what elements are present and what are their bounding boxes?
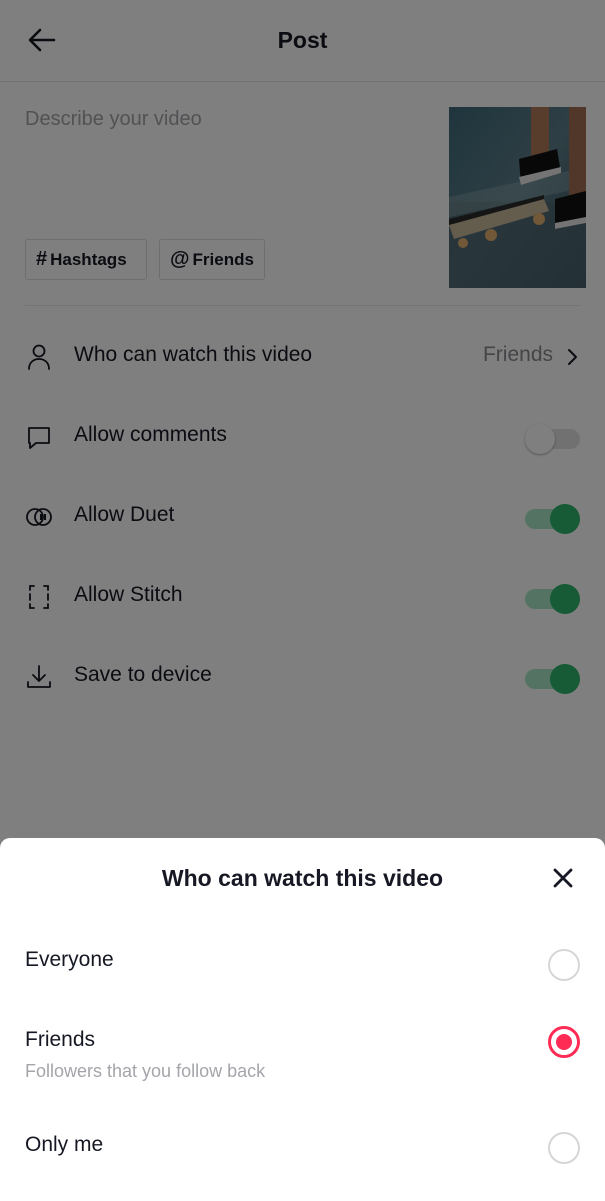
option-friends-label: Friends bbox=[25, 1028, 96, 1051]
privacy-bottom-sheet: Who can watch this video Everyone Friend… bbox=[0, 838, 605, 1201]
close-icon[interactable] bbox=[551, 866, 575, 890]
option-friends-sublabel: Followers that you follow back bbox=[25, 1061, 266, 1081]
radio-only-me[interactable] bbox=[548, 1132, 580, 1164]
sheet-title: Who can watch this video bbox=[161, 865, 444, 891]
option-only-me[interactable]: Only me bbox=[0, 1118, 605, 1178]
option-everyone-label: Everyone bbox=[25, 948, 114, 971]
radio-everyone[interactable] bbox=[548, 949, 580, 981]
option-friends[interactable]: Friends Followers that you follow back bbox=[0, 1018, 605, 1093]
option-everyone[interactable]: Everyone bbox=[0, 933, 605, 993]
radio-friends-selected[interactable] bbox=[548, 1026, 580, 1058]
option-only-me-label: Only me bbox=[25, 1133, 104, 1156]
